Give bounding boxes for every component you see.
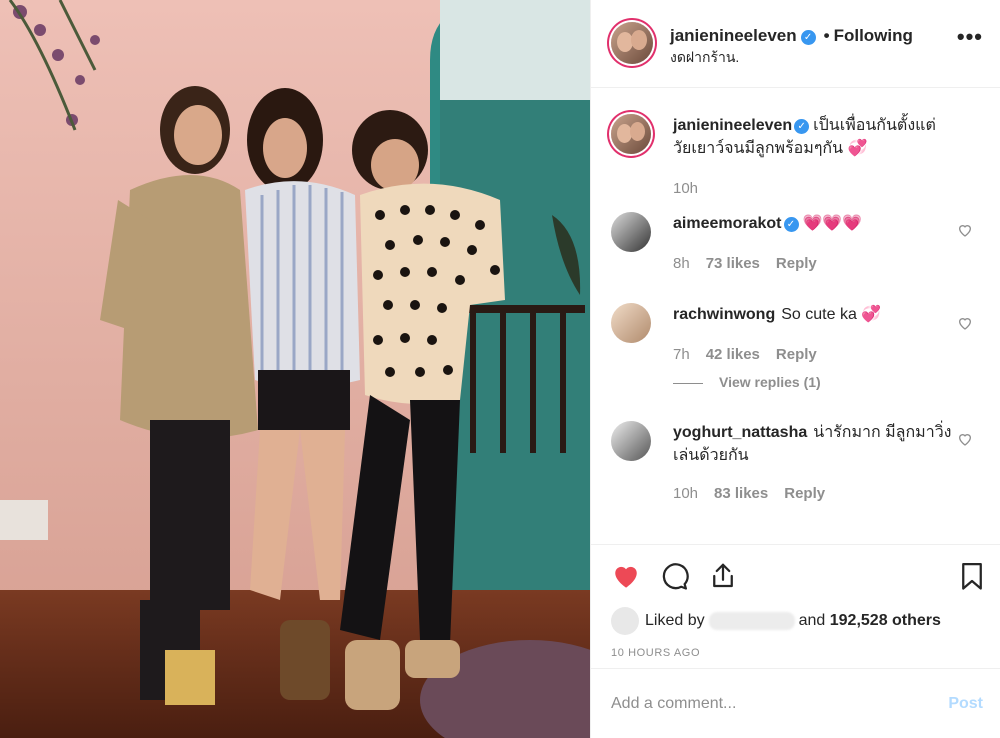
- liked-by-and: and: [798, 612, 826, 630]
- caption-time[interactable]: 10h: [673, 180, 698, 197]
- liker-avatar[interactable]: [611, 607, 639, 635]
- view-replies-button[interactable]: View replies (1): [673, 374, 821, 390]
- reply-button[interactable]: Reply: [784, 485, 825, 502]
- reply-button[interactable]: Reply: [776, 346, 817, 363]
- comment-username[interactable]: aimeemorakot: [673, 215, 782, 232]
- post-location[interactable]: งดฝากร้าน.: [670, 47, 739, 69]
- comments-list[interactable]: janienineeleven ✓ เป็นเพื่อนกันตั้งแต่วัยเ…: [591, 88, 1000, 544]
- comment-meta: 8h 73 likes Reply: [673, 255, 833, 272]
- comment-time[interactable]: 7h: [673, 346, 690, 363]
- post-photo[interactable]: [0, 0, 590, 738]
- bookmark-icon[interactable]: [957, 561, 987, 591]
- likes-count[interactable]: 192,528 others: [830, 612, 941, 629]
- likes-summary: Liked by and 192,528 others: [611, 607, 941, 635]
- verified-badge-icon: ✓: [800, 30, 816, 45]
- post-actions: Liked by and 192,528 others 10 HOURS AGO: [591, 544, 1000, 668]
- separator-dot: •: [823, 26, 830, 45]
- more-options-icon[interactable]: •••: [957, 26, 983, 48]
- author-header-line: janienineeleven ✓ • Following: [670, 26, 913, 46]
- caption-author-avatar[interactable]: [611, 114, 651, 154]
- comment-text: 💗💗💗: [802, 215, 863, 232]
- liked-by-prefix: Liked by: [645, 612, 705, 630]
- comment-time[interactable]: 8h: [673, 255, 690, 272]
- caption-meta: 10h: [673, 180, 714, 197]
- comment-likes[interactable]: 83 likes: [714, 485, 768, 502]
- author-avatar[interactable]: [611, 22, 653, 64]
- comment-like-heart-icon[interactable]: [957, 222, 973, 238]
- add-comment-bar: Post: [591, 668, 1000, 738]
- caption-text-block: janienineeleven ✓ เป็นเพื่อนกันตั้งแต่วัยเ…: [673, 114, 953, 160]
- comment-likes[interactable]: 73 likes: [706, 255, 760, 272]
- comment-text-block: rachwinwong So cute ka 💞: [673, 303, 953, 326]
- post-comment-button[interactable]: Post: [948, 695, 983, 713]
- comment-text: So cute ka 💞: [781, 306, 882, 323]
- caption-username[interactable]: janienineeleven: [673, 117, 792, 134]
- comment-meta: 10h 83 likes Reply: [673, 485, 841, 502]
- post-header: janienineeleven ✓ • Following งดฝากร้าน. ••…: [591, 0, 1000, 88]
- post-timestamp[interactable]: 10 HOURS AGO: [611, 647, 700, 659]
- comment-bubble-icon[interactable]: [659, 561, 689, 591]
- comment-username[interactable]: yoghurt_nattasha: [673, 424, 807, 441]
- comment-likes[interactable]: 42 likes: [706, 346, 760, 363]
- verified-badge-icon: ✓: [783, 217, 799, 232]
- commenter-avatar[interactable]: [611, 212, 651, 252]
- post-photo-illustration: [0, 0, 590, 738]
- reply-button[interactable]: Reply: [776, 255, 817, 272]
- commenter-avatar[interactable]: [611, 303, 651, 343]
- post-side-panel: janienineeleven ✓ • Following งดฝากร้าน. ••…: [590, 0, 1000, 738]
- comment-text-block: aimeemorakot ✓ 💗💗💗: [673, 212, 953, 235]
- author-username[interactable]: janienineeleven: [670, 26, 797, 45]
- follow-status-button[interactable]: Following: [834, 26, 913, 45]
- comment-input[interactable]: [611, 691, 911, 717]
- comment-like-heart-icon[interactable]: [957, 431, 973, 447]
- comment-username[interactable]: rachwinwong: [673, 306, 775, 323]
- commenter-avatar[interactable]: [611, 421, 651, 461]
- comment-like-heart-icon[interactable]: [957, 315, 973, 331]
- heart-filled-icon[interactable]: [611, 561, 641, 591]
- verified-badge-icon: ✓: [794, 119, 810, 134]
- comment-meta: 7h 42 likes Reply: [673, 346, 833, 363]
- liker-username-blurred: [708, 612, 795, 630]
- share-icon[interactable]: [708, 561, 738, 591]
- comment-text-block: yoghurt_nattasha น่ารักมาก มีลูกมาวิ่งเล่…: [673, 421, 963, 467]
- comment-time[interactable]: 10h: [673, 485, 698, 502]
